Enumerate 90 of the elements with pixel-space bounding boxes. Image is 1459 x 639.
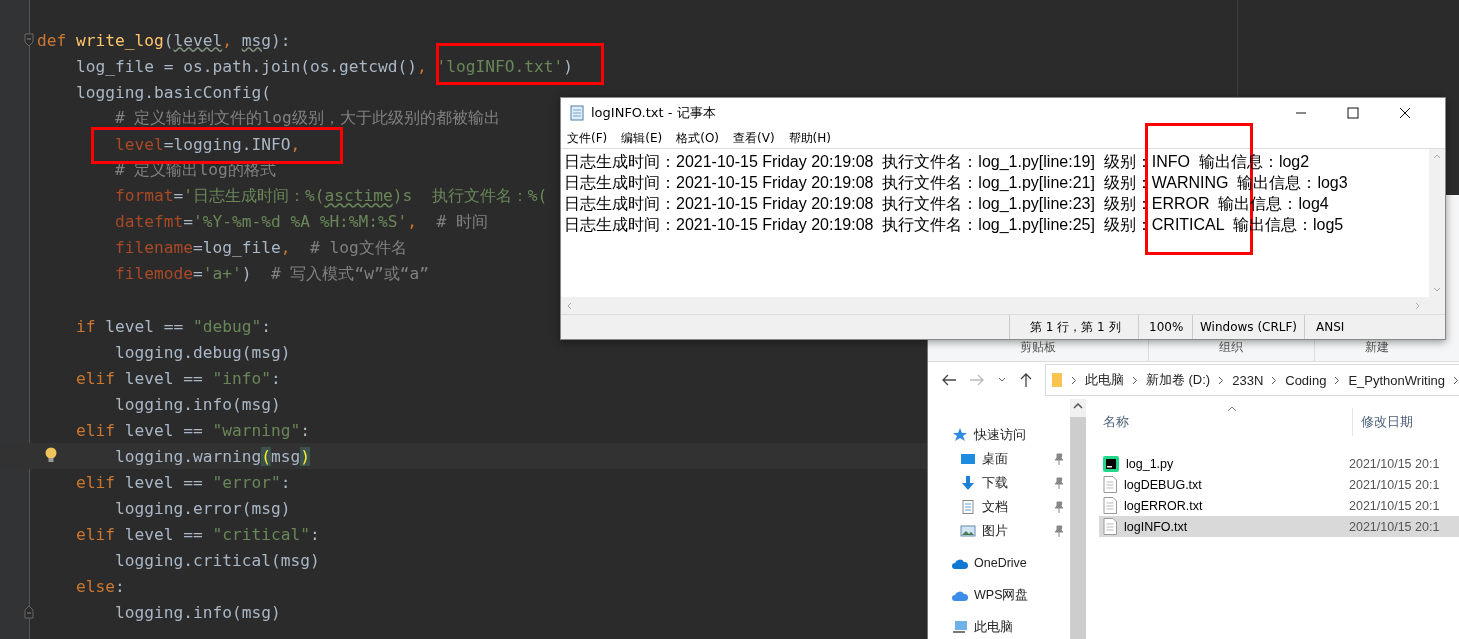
code-line: def write_log(level, msg): bbox=[37, 30, 291, 50]
back-icon[interactable] bbox=[941, 373, 957, 388]
pin-icon[interactable] bbox=[1054, 477, 1064, 489]
window-title: logINFO.txt - 记事本 bbox=[591, 104, 716, 122]
code-line: # 定义输出到文件的log级别，大于此级别的都被输出 bbox=[113, 107, 500, 129]
code-line: logging.warning(msg) bbox=[113, 446, 310, 466]
monitor-icon bbox=[960, 452, 976, 466]
file-row[interactable]: logDEBUG.txt 2021/10/15 20:1 bbox=[1099, 474, 1459, 495]
code-line: filename=log_file, # log文件名 bbox=[113, 237, 407, 259]
code-line: else: bbox=[74, 576, 125, 596]
status-field: 100% bbox=[1138, 315, 1192, 339]
sidebar-item[interactable]: 此电脑 bbox=[928, 615, 1070, 639]
up-icon[interactable] bbox=[1019, 372, 1033, 389]
chevron-icon bbox=[1070, 375, 1077, 385]
python-file-icon bbox=[1103, 455, 1119, 472]
code-line: format='日志生成时间：%(asctime)s 执行文件名：%( bbox=[113, 185, 548, 207]
fold-icon[interactable] bbox=[24, 605, 34, 619]
scroll-down-icon[interactable] bbox=[1433, 287, 1441, 293]
code-line: logging.basicConfig( bbox=[74, 82, 271, 102]
sidebar-item[interactable]: WPS网盘 bbox=[928, 583, 1070, 607]
text-file-icon bbox=[1103, 497, 1117, 514]
lightbulb-icon[interactable] bbox=[45, 447, 57, 463]
menu-item[interactable]: 查看(V) bbox=[733, 129, 775, 147]
star-icon bbox=[952, 428, 968, 442]
file-row[interactable]: logERROR.txt 2021/10/15 20:1 bbox=[1099, 495, 1459, 516]
fold-icon[interactable] bbox=[24, 33, 34, 47]
chevron-icon bbox=[1271, 375, 1278, 385]
maximize-icon[interactable] bbox=[1347, 107, 1359, 119]
sort-caret-icon bbox=[1227, 406, 1237, 412]
code-line: logging.info(msg) bbox=[113, 602, 281, 622]
document-icon bbox=[960, 500, 976, 514]
sidebar-item[interactable]: 下载 bbox=[928, 471, 1070, 495]
status-field: ANSI bbox=[1304, 315, 1404, 339]
down-arrow-icon bbox=[960, 476, 976, 490]
code-line: elif level == "warning": bbox=[74, 420, 310, 440]
breadcrumb-item[interactable]: E_PythonWriting bbox=[1348, 372, 1446, 388]
column-header[interactable]: 名称 bbox=[1099, 413, 1129, 431]
breadcrumb-item[interactable]: Coding bbox=[1285, 372, 1327, 388]
file-row[interactable]: logINFO.txt 2021/10/15 20:1 bbox=[1099, 516, 1459, 537]
computer-icon bbox=[952, 620, 968, 634]
pin-icon[interactable] bbox=[1054, 525, 1064, 537]
chevron-icon bbox=[1131, 375, 1138, 385]
forward-icon[interactable] bbox=[969, 373, 985, 388]
close-icon[interactable] bbox=[1399, 107, 1411, 119]
pin-icon[interactable] bbox=[1054, 453, 1064, 465]
notepad-icon bbox=[569, 105, 585, 121]
text-file-icon bbox=[1103, 518, 1117, 535]
sidebar-item[interactable]: 快速访问 bbox=[928, 423, 1070, 447]
scrollbar[interactable] bbox=[1429, 149, 1445, 297]
code-line: elif level == "critical": bbox=[74, 524, 320, 544]
menu-item[interactable]: 帮助(H) bbox=[788, 129, 831, 147]
breadcrumb-item[interactable]: 233N bbox=[1232, 372, 1264, 388]
file-row[interactable]: log_1.py 2021/10/15 20:1 bbox=[1099, 453, 1459, 474]
menu-item[interactable]: 文件(F) bbox=[567, 129, 608, 147]
column-header[interactable]: 修改日期 bbox=[1352, 408, 1413, 436]
scroll-right-icon[interactable] bbox=[1415, 301, 1421, 310]
code-line: filemode='a+') # 写入模式“w”或“a” bbox=[113, 263, 429, 285]
sidebar-item[interactable]: 图片 bbox=[928, 519, 1070, 543]
chevron-icon bbox=[1453, 375, 1459, 385]
menu-item[interactable]: 格式(O) bbox=[676, 129, 720, 147]
sidebar-item[interactable]: OneDrive bbox=[928, 551, 1070, 575]
breadcrumb-item[interactable]: 新加卷 (D:) bbox=[1145, 371, 1211, 390]
pin-icon[interactable] bbox=[1054, 501, 1064, 513]
sidebar-item[interactable]: 桌面 bbox=[928, 447, 1070, 471]
chevron-icon bbox=[1334, 375, 1341, 385]
status-field: 第 1 行，第 1 列 bbox=[1009, 315, 1138, 339]
menu-item[interactable]: 编辑(E) bbox=[621, 129, 663, 147]
code-line: logging.info(msg) bbox=[113, 394, 281, 414]
code-line: if level == "debug": bbox=[74, 316, 271, 336]
address-bar[interactable]: 此电脑 新加卷 (D:) 233N Coding E_PythonWriting bbox=[1045, 364, 1459, 397]
scroll-left-icon[interactable] bbox=[566, 301, 572, 310]
breadcrumb-item[interactable]: 此电脑 bbox=[1084, 371, 1124, 390]
folder-icon bbox=[1051, 372, 1063, 389]
image-icon bbox=[960, 524, 976, 538]
scroll-up-icon[interactable] bbox=[1073, 403, 1083, 409]
code-line: elif level == "info": bbox=[74, 368, 281, 388]
code-line: logging.debug(msg) bbox=[113, 342, 291, 362]
code-line: datefmt='%Y-%m-%d %A %H:%M:%S', # 时间 bbox=[113, 211, 489, 233]
sidebar-item[interactable]: 文档 bbox=[928, 495, 1070, 519]
code-line: logging.error(msg) bbox=[113, 498, 291, 518]
text-file-icon bbox=[1103, 476, 1117, 493]
ribbon-group-label: 新建 bbox=[1363, 338, 1390, 356]
scrollbar[interactable] bbox=[561, 297, 1445, 314]
chevron-icon bbox=[1218, 375, 1225, 385]
code-line: level=logging.INFO, bbox=[113, 134, 301, 154]
code-line: elif level == "error": bbox=[74, 472, 291, 492]
code-line: logging.critical(msg) bbox=[113, 550, 320, 570]
code-line: log_file = os.path.join(os.getcwd(), 'logINFO.txt') bbox=[74, 56, 574, 76]
status-field: Windows (CRLF) bbox=[1192, 315, 1304, 339]
scrollbar[interactable] bbox=[1070, 399, 1086, 639]
